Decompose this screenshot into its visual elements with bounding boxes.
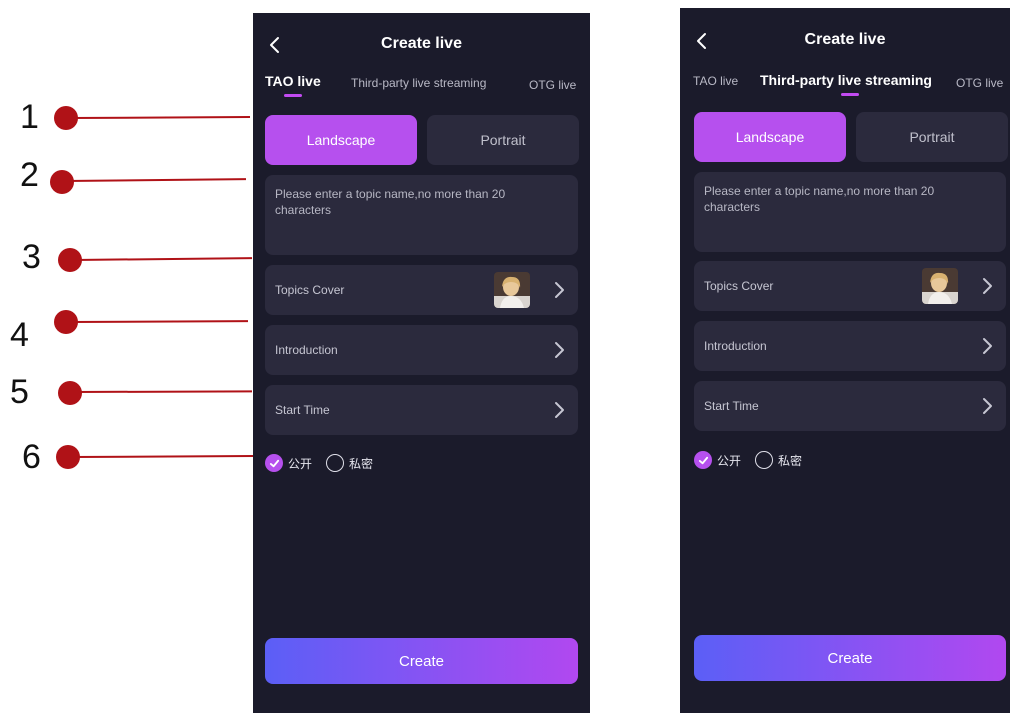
phone-screen-third-party: Create live TAO live Third-party live st… (680, 8, 1010, 713)
tab-otg-live[interactable]: OTG live (529, 78, 576, 92)
topic-name-input[interactable]: Please enter a topic name,no more than 2… (265, 175, 578, 255)
annotation-number: 5 (10, 373, 29, 411)
orientation-selector: Landscape Portrait (265, 115, 579, 165)
check-icon (269, 459, 279, 467)
annotation-line (69, 116, 251, 119)
annotation-line (73, 390, 253, 393)
chevron-right-icon (983, 398, 992, 414)
private-radio[interactable] (755, 451, 774, 469)
annotation-line (69, 320, 249, 323)
annotation-number: 2 (20, 156, 39, 194)
annotation-number: 4 (10, 316, 29, 354)
landscape-button[interactable]: Landscape (694, 112, 846, 162)
row-label: Introduction (704, 339, 767, 353)
cover-thumbnail-image (922, 268, 958, 304)
row-label: Topics Cover (704, 279, 774, 293)
cover-thumbnail-image (494, 272, 530, 308)
row-label: Start Time (704, 399, 759, 413)
start-time-row[interactable]: Start Time (265, 385, 578, 435)
annotation-line (71, 455, 255, 458)
introduction-row[interactable]: Introduction (694, 321, 1006, 371)
active-tab-indicator (841, 93, 859, 96)
topic-name-input[interactable]: Please enter a topic name,no more than 2… (694, 172, 1006, 252)
tab-label: Third-party live streaming (760, 72, 932, 88)
introduction-row[interactable]: Introduction (265, 325, 578, 375)
check-icon (698, 456, 708, 464)
annotation-number: 6 (22, 438, 41, 476)
topic-placeholder: Please enter a topic name,no more than 2… (704, 184, 935, 214)
row-label: Introduction (275, 343, 338, 357)
tab-third-party-live-streaming[interactable]: Third-party live streaming (760, 72, 932, 96)
annotation-number: 3 (22, 238, 41, 276)
active-tab-indicator (284, 94, 302, 97)
private-label: 私密 (349, 456, 374, 471)
annotation-number: 1 (20, 98, 39, 136)
private-radio[interactable] (326, 454, 345, 472)
create-button[interactable]: Create (265, 638, 578, 684)
annotation-line (73, 257, 253, 261)
create-button[interactable]: Create (694, 635, 1006, 681)
tab-label: TAO live (693, 74, 739, 88)
public-label: 公开 (717, 453, 742, 468)
annotation-dot (50, 170, 74, 194)
chevron-right-icon (983, 278, 992, 294)
tab-third-party-live-streaming[interactable]: Third-party live streaming (351, 76, 486, 90)
public-label: 公开 (288, 456, 313, 471)
page-title: Create live (804, 31, 886, 48)
chevron-right-icon (983, 338, 992, 354)
live-type-tabs: TAO live Third-party live streaming OTG … (680, 72, 1010, 100)
chevron-right-icon (555, 282, 564, 298)
private-label: 私密 (778, 453, 803, 468)
tab-label: TAO live (265, 73, 321, 89)
tab-otg-live[interactable]: OTG live (956, 76, 1003, 90)
live-type-tabs: TAO live Third-party live streaming OTG … (253, 73, 590, 101)
topics-cover-row[interactable]: Topics Cover (265, 265, 578, 315)
annotation-line (65, 178, 247, 182)
annotation-dot (58, 381, 82, 405)
annotation-markers: 1 2 3 4 5 6 (0, 0, 260, 713)
topics-cover-row[interactable]: Topics Cover (694, 261, 1006, 311)
cover-thumbnail[interactable] (922, 268, 958, 304)
portrait-button[interactable]: Portrait (427, 115, 579, 165)
phone-screen-tao-live: Create live TAO live Third-party live st… (253, 13, 590, 713)
tab-label: OTG live (956, 76, 1004, 90)
public-radio[interactable] (694, 451, 712, 469)
orientation-selector: Landscape Portrait (694, 112, 1008, 162)
portrait-button[interactable]: Portrait (856, 112, 1008, 162)
chevron-right-icon (555, 342, 564, 358)
top-bar: Create live (253, 31, 590, 59)
tab-tao-live[interactable]: TAO live (265, 73, 321, 97)
tab-label: OTG live (529, 78, 577, 92)
cover-thumbnail[interactable] (494, 272, 530, 308)
page-title: Create live (381, 35, 462, 52)
tab-tao-live[interactable]: TAO live (693, 74, 738, 88)
privacy-options: 公开 私密 (694, 450, 802, 470)
landscape-button[interactable]: Landscape (265, 115, 417, 165)
top-bar: Create live (680, 27, 1010, 55)
public-radio[interactable] (265, 454, 283, 472)
start-time-row[interactable]: Start Time (694, 381, 1006, 431)
chevron-right-icon (555, 402, 564, 418)
row-label: Topics Cover (275, 283, 345, 297)
tab-label: Third-party live streaming (351, 76, 487, 90)
topic-placeholder: Please enter a topic name,no more than 2… (275, 187, 506, 217)
row-label: Start Time (275, 403, 330, 417)
privacy-options: 公开 私密 (265, 453, 373, 473)
